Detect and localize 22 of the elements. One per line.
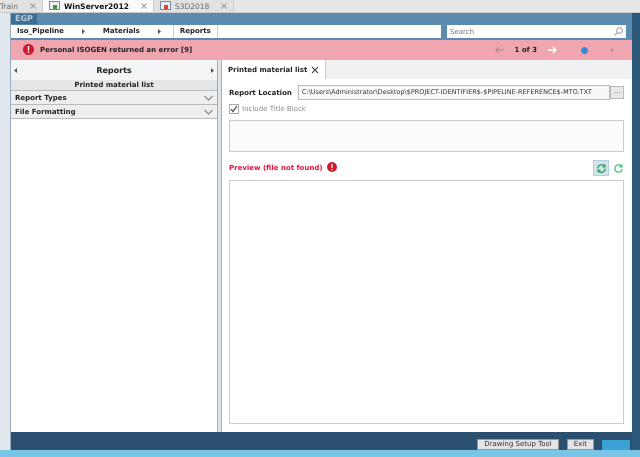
refresh-icon bbox=[596, 162, 606, 174]
info-icon[interactable] bbox=[581, 46, 588, 54]
browse-button[interactable] bbox=[610, 86, 624, 99]
separator-icon bbox=[82, 29, 85, 34]
panel-title: Reports bbox=[96, 66, 132, 74]
collapse-left-icon[interactable] bbox=[14, 68, 17, 72]
separator-icon bbox=[158, 29, 161, 34]
left-arrow-icon[interactable] bbox=[494, 46, 505, 54]
refresh-button[interactable] bbox=[593, 160, 609, 176]
error-icon bbox=[23, 44, 34, 56]
close-icon[interactable] bbox=[311, 66, 320, 74]
monitor-icon bbox=[49, 1, 60, 11]
search-icon bbox=[614, 27, 623, 36]
error-icon bbox=[326, 162, 337, 174]
reload-icon[interactable] bbox=[613, 162, 624, 174]
monitor-icon bbox=[160, 1, 171, 11]
expand-right-icon[interactable] bbox=[211, 68, 214, 72]
ellipsis-icon bbox=[614, 91, 620, 94]
right-arrow-icon[interactable] bbox=[547, 46, 557, 54]
text-area[interactable] bbox=[229, 120, 624, 152]
dismiss-icon[interactable] bbox=[610, 48, 614, 52]
app-logo: EGP bbox=[11, 14, 37, 24]
